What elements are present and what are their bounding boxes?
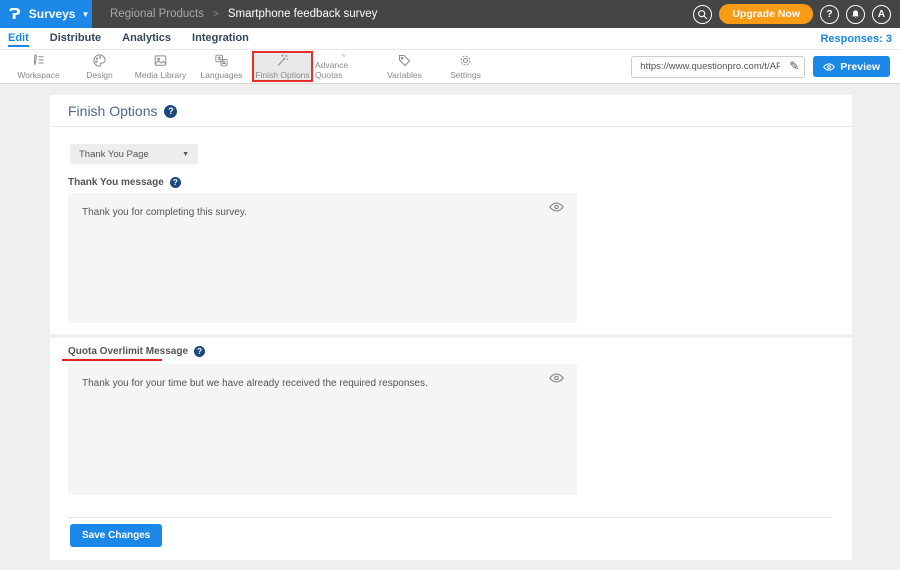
chevron-down-icon: ▼ [81,10,89,19]
toolbar-item-design[interactable]: Design [69,51,130,82]
thank-you-message-text: Thank you for completing this survey. [68,193,577,220]
breadcrumb-folder[interactable]: Regional Products [110,8,204,20]
annotation-red-underline [62,359,162,361]
header-divider [50,126,852,127]
workspace-icon [30,53,47,68]
toolbar-item-languages[interactable]: Languages [191,51,252,82]
gear-icon [457,53,474,68]
help-icon[interactable]: ? [170,177,181,188]
tag-icon [396,53,413,68]
toolbar-item-label: Languages [200,70,242,80]
toolbar-item-label: Workspace [17,70,59,80]
chain-links-icon [335,53,352,58]
quota-label-row: Quota Overlimit Message ? [68,346,205,357]
breadcrumb: Regional Products > Smartphone feedback … [110,0,377,28]
help-icon[interactable]: ? [164,105,177,118]
search-button[interactable] [693,5,712,24]
finish-option-type-dropdown[interactable]: Thank You Page ▼ [70,144,198,164]
toolbar-item-advance-quotas[interactable]: Advance Quotas [313,51,374,82]
chevron-down-icon: ▼ [182,151,189,158]
toolbar-item-label: Advance Quotas [315,60,372,80]
quota-overlimit-message-label: Quota Overlimit Message [68,346,188,357]
toolbar-item-workspace[interactable]: Workspace [8,51,69,82]
thank-you-message-label: Thank You message [68,177,164,188]
media-library-icon [152,53,169,68]
tab-edit[interactable]: Edit [8,30,29,47]
help-icon[interactable]: ? [194,346,205,357]
preview-button[interactable]: Preview [813,56,890,77]
breadcrumb-survey-title: Smartphone feedback survey [228,8,378,20]
footer-divider [68,517,832,518]
toolbar-right: ✎ Preview [631,56,900,78]
thank-you-message-textarea[interactable]: Thank you for completing this survey. [68,193,577,323]
toolbar-item-label: Settings [450,70,481,80]
page-content: Finish Options ? Thank You Page ▼ Thank … [0,84,900,570]
survey-nav-tabs: Edit Distribute Analytics Integration Re… [0,28,900,49]
magic-wand-icon [274,53,291,68]
responses-count[interactable]: Responses: 3 [820,33,892,45]
toolbar-item-label: Finish Options [255,70,309,80]
survey-url-box: ✎ [631,56,805,78]
search-icon [697,9,708,20]
product-name: Surveys [29,7,76,21]
notifications-button[interactable] [846,5,865,24]
breadcrumb-separator: > [213,9,219,20]
top-bar: Ɂ Surveys ▼ Regional Products > Smartpho… [0,0,900,28]
survey-url-input[interactable] [631,56,805,78]
panel-header: Finish Options ? [68,103,177,119]
thank-you-label-row: Thank You message ? [68,177,181,188]
section-divider [50,334,852,338]
quota-overlimit-message-text: Thank you for your time but we have alre… [68,364,577,391]
finish-options-panel: Finish Options ? Thank You Page ▼ Thank … [50,95,852,560]
tab-integration[interactable]: Integration [192,30,249,47]
save-changes-button[interactable]: Save Changes [70,524,162,547]
page-title: Finish Options [68,103,157,119]
upgrade-now-button[interactable]: Upgrade Now [719,4,813,24]
toolbar-item-label: Variables [387,70,422,80]
preview-eye-icon[interactable] [549,200,564,218]
tab-distribute[interactable]: Distribute [50,30,101,47]
topbar-actions: Upgrade Now ? A [693,0,900,28]
preview-eye-icon[interactable] [549,371,564,389]
help-button[interactable]: ? [820,5,839,24]
edit-url-pencil-icon[interactable]: ✎ [789,59,799,73]
toolbar-item-label: Design [86,70,112,80]
toolbar-item-media-library[interactable]: Media Library [130,51,191,82]
bell-icon [850,9,861,20]
surveys-product-menu[interactable]: Ɂ Surveys ▼ [0,0,92,28]
account-avatar[interactable]: A [872,5,891,24]
eye-icon [823,62,835,72]
dropdown-selected-value: Thank You Page [79,149,149,160]
design-icon [91,53,108,68]
edit-toolbar: Workspace Design Media Library Languages… [0,49,900,84]
tab-analytics[interactable]: Analytics [122,30,171,47]
quota-overlimit-message-textarea[interactable]: Thank you for your time but we have alre… [68,364,577,495]
toolbar-item-label: Media Library [135,70,187,80]
toolbar-item-variables[interactable]: Variables [374,51,435,82]
preview-button-label: Preview [840,61,880,73]
toolbar-item-finish-options[interactable]: Finish Options [252,51,313,82]
questionpro-logo: Ɂ [9,7,21,22]
languages-icon [213,53,230,68]
toolbar-item-settings[interactable]: Settings [435,51,496,82]
